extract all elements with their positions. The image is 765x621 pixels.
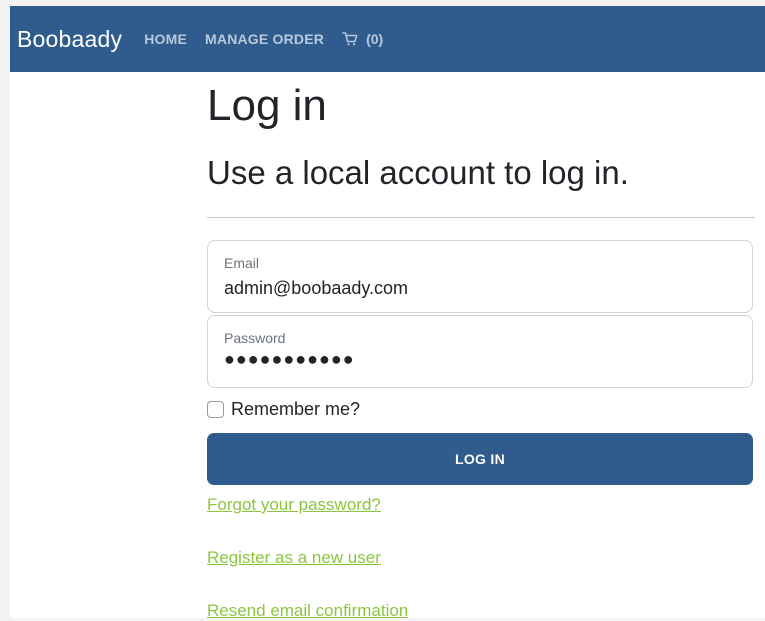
brand-link[interactable]: Boobaady <box>17 26 122 53</box>
nav-home-link[interactable]: HOME <box>144 31 187 47</box>
email-field[interactable]: Email admin@boobaady.com <box>207 240 753 313</box>
nav-manage-order-link[interactable]: MANAGE ORDER <box>205 31 324 47</box>
top-navbar: Boobaady HOME MANAGE ORDER (0) <box>10 6 765 72</box>
email-value[interactable]: admin@boobaady.com <box>224 278 408 299</box>
email-label: Email <box>224 255 260 271</box>
password-field[interactable]: Password ●●●●●●●●●●● <box>207 315 753 388</box>
cart-count: (0) <box>366 31 384 47</box>
page-frame: Boobaady HOME MANAGE ORDER (0) Log in Us… <box>10 6 765 621</box>
remember-me-checkbox[interactable] <box>207 401 224 418</box>
page-subtitle: Use a local account to log in. <box>207 154 629 191</box>
resend-confirmation-link[interactable]: Resend email confirmation <box>207 601 408 621</box>
login-button[interactable]: LOG IN <box>207 433 753 485</box>
password-label: Password <box>224 330 286 346</box>
forgot-password-link[interactable]: Forgot your password? <box>207 495 381 515</box>
page-title: Log in <box>207 81 327 130</box>
register-link[interactable]: Register as a new user <box>207 548 381 568</box>
remember-me-row[interactable]: Remember me? <box>207 399 360 420</box>
cart-icon <box>342 32 358 46</box>
cart-link[interactable]: (0) <box>342 31 383 47</box>
password-value[interactable]: ●●●●●●●●●●● <box>224 349 355 370</box>
section-divider <box>207 217 755 218</box>
remember-me-label[interactable]: Remember me? <box>231 399 360 420</box>
